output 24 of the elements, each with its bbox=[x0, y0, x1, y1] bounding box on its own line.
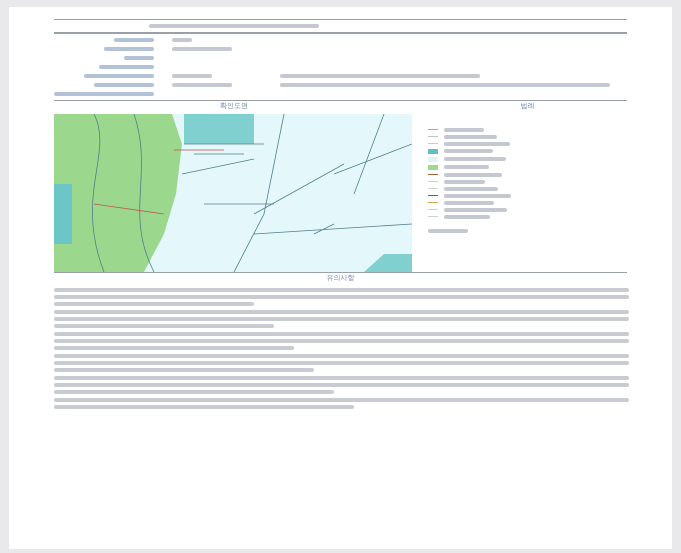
illegible-text-line bbox=[444, 128, 484, 132]
illegible-text-line bbox=[444, 214, 490, 218]
illegible-text-line bbox=[444, 200, 494, 204]
illegible-text-line bbox=[444, 186, 498, 190]
illegible-text-line bbox=[444, 157, 506, 161]
illegible-text-line bbox=[444, 142, 510, 146]
illegible-text-line bbox=[124, 56, 154, 60]
illegible-text-line bbox=[444, 208, 507, 212]
illegible-text-line bbox=[428, 228, 468, 232]
illegible-text-line bbox=[114, 38, 154, 42]
illegible-text-line bbox=[172, 47, 232, 51]
illegible-text-line bbox=[444, 134, 497, 138]
illegible-text-line bbox=[172, 38, 192, 42]
illegible-text-line bbox=[172, 74, 212, 78]
illegible-text-line bbox=[104, 47, 154, 51]
illegible-text-line bbox=[84, 74, 154, 78]
illegible-text-line bbox=[444, 194, 511, 198]
illegible-text-line bbox=[172, 83, 232, 87]
illegible-text-line bbox=[94, 83, 154, 87]
illegible-text-line bbox=[99, 65, 154, 69]
illegible-text-line bbox=[444, 180, 485, 184]
illegible-text-line bbox=[444, 172, 502, 176]
illegible-text-line bbox=[444, 149, 493, 153]
illegible-text-line bbox=[444, 165, 489, 169]
